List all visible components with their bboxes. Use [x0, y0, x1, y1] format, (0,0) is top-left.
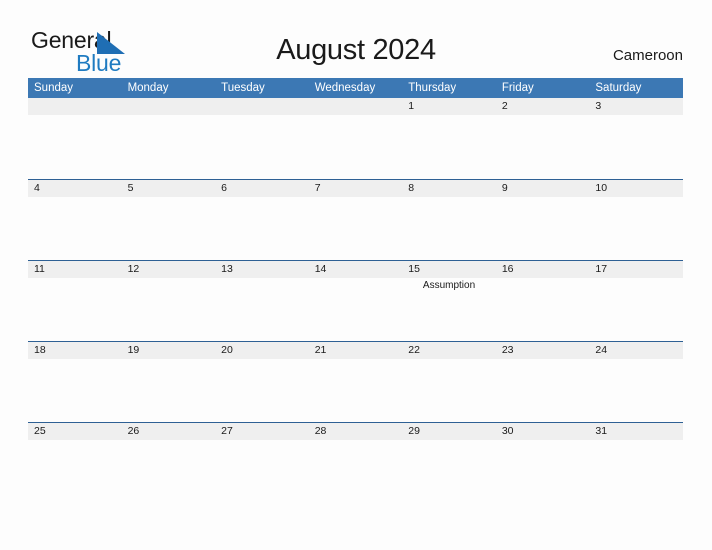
calendar-date-number[interactable]: 29	[402, 423, 496, 440]
calendar-date-number[interactable]: 5	[122, 180, 216, 197]
calendar-date-number[interactable]: 23	[496, 342, 590, 359]
country-label: Cameroon	[612, 47, 683, 64]
calendar-day-cell[interactable]	[309, 197, 403, 259]
calendar-date-number[interactable]: 18	[28, 342, 122, 359]
calendar-day-cell-with-event[interactable]: Assumption	[402, 278, 496, 340]
calendar-date-number[interactable]: 30	[496, 423, 590, 440]
calendar-day-cell[interactable]	[589, 115, 683, 177]
calendar-date-number[interactable]: 28	[309, 423, 403, 440]
calendar-date-number[interactable]: 26	[122, 423, 216, 440]
calendar-day-cell[interactable]	[496, 115, 590, 177]
weekday-header-cell: Tuesday	[221, 82, 265, 94]
calendar-date-band: 123	[28, 98, 683, 115]
calendar-week-row: 4 5 6 7 8 9 10	[28, 179, 683, 260]
calendar-week-row: 18 19 20 21 22 23 24	[28, 341, 683, 422]
calendar-day-cell	[122, 115, 216, 177]
calendar-day-cell[interactable]	[589, 440, 683, 502]
calendar-empty-date	[122, 98, 216, 115]
calendar-date-number[interactable]: 16	[496, 261, 590, 278]
calendar-date-number[interactable]: 8	[402, 180, 496, 197]
calendar-date-band: 25 26 27 28 29 30 31	[28, 423, 683, 440]
calendar-date-number[interactable]: 3	[589, 98, 683, 115]
calendar-date-number[interactable]: 15	[402, 261, 496, 278]
calendar-event-band	[28, 115, 683, 177]
calendar-day-cell[interactable]	[402, 359, 496, 421]
page-header: General Blue August 2024 Cameroon	[0, 0, 712, 78]
calendar-date-number[interactable]: 22	[402, 342, 496, 359]
calendar-date-number[interactable]: 20	[215, 342, 309, 359]
calendar-event-band: Assumption	[28, 278, 683, 340]
calendar-day-cell	[215, 115, 309, 177]
calendar-day-cell[interactable]	[28, 197, 122, 259]
weekday-header-cell: Monday	[127, 82, 169, 94]
calendar-day-cell[interactable]	[589, 278, 683, 340]
calendar-date-number[interactable]: 25	[28, 423, 122, 440]
calendar-date-number[interactable]: 6	[215, 180, 309, 197]
calendar-date-number[interactable]: 13	[215, 261, 309, 278]
calendar-empty-date	[28, 98, 122, 115]
calendar-week-row: 25 26 27 28 29 30 31	[28, 422, 683, 503]
calendar-date-number[interactable]: 31	[589, 423, 683, 440]
calendar-day-cell[interactable]	[122, 278, 216, 340]
calendar-week-row: 123	[28, 98, 683, 179]
calendar-day-cell[interactable]	[28, 278, 122, 340]
calendar-day-cell[interactable]	[402, 197, 496, 259]
calendar-day-cell[interactable]	[28, 359, 122, 421]
calendar-date-number[interactable]: 12	[122, 261, 216, 278]
calendar-day-cell[interactable]	[122, 359, 216, 421]
calendar-day-cell[interactable]	[496, 197, 590, 259]
calendar-date-number[interactable]: 21	[309, 342, 403, 359]
calendar-weeks: 1 2 3 4 5 6 7 8 9 10 11 12 13 14 15 16 17 Assumption 18 19 2…	[28, 98, 683, 503]
weekday-header-cell: Wednesday	[314, 82, 376, 94]
calendar-date-band: 4 5 6 7 8 9 10	[28, 180, 683, 197]
calendar-day-cell	[309, 115, 403, 177]
calendar-empty-date	[215, 98, 309, 115]
calendar-day-cell[interactable]	[402, 440, 496, 502]
calendar-date-number[interactable]: 24	[589, 342, 683, 359]
calendar-day-cell[interactable]	[309, 278, 403, 340]
calendar-week-row: 11 12 13 14 15 16 17 Assumption	[28, 260, 683, 341]
calendar-day-cell[interactable]	[309, 440, 403, 502]
calendar-date-number[interactable]: 9	[496, 180, 590, 197]
calendar-date-band: 18 19 20 21 22 23 24	[28, 342, 683, 359]
calendar-day-cell[interactable]	[402, 115, 496, 177]
calendar-day-cell[interactable]	[122, 440, 216, 502]
calendar-grid: Sunday Monday Tuesday Wednesday Thursday Frid…	[28, 78, 683, 503]
calendar-date-number[interactable]: 10	[589, 180, 683, 197]
weekday-header-cell: Sunday	[34, 82, 74, 94]
calendar-day-cell[interactable]	[28, 440, 122, 502]
weekday-header-cell: Thursday	[408, 82, 457, 94]
calendar-date-number[interactable]: 19	[122, 342, 216, 359]
calendar-event-band	[28, 197, 683, 259]
calendar-date-number[interactable]: 14	[309, 261, 403, 278]
calendar-event-band	[28, 440, 683, 502]
calendar-date-number[interactable]: 7	[309, 180, 403, 197]
weekday-header-cell: Saturday	[595, 82, 642, 94]
calendar-day-cell[interactable]	[122, 197, 216, 259]
calendar-date-number[interactable]: 11	[28, 261, 122, 278]
calendar-day-cell[interactable]	[496, 359, 590, 421]
calendar-day-cell[interactable]	[215, 278, 309, 340]
calendar-day-cell[interactable]	[215, 440, 309, 502]
calendar-date-number[interactable]: 4	[28, 180, 122, 197]
weekday-header-cell: Friday	[501, 82, 534, 94]
calendar-day-cell	[28, 115, 122, 177]
calendar-day-cell[interactable]	[496, 278, 590, 340]
calendar-event-band	[28, 359, 683, 421]
calendar-date-band: 11 12 13 14 15 16 17	[28, 261, 683, 278]
calendar-date-number[interactable]: 17	[589, 261, 683, 278]
calendar-day-cell[interactable]	[215, 359, 309, 421]
calendar-day-cell[interactable]	[589, 359, 683, 421]
page-title: August 2024	[276, 34, 436, 66]
calendar-day-cell[interactable]	[215, 197, 309, 259]
calendar-date-number[interactable]: 1	[402, 98, 496, 115]
calendar-event-label: Assumption	[422, 280, 476, 291]
calendar-weekday-header: Sunday Monday Tuesday Wednesday Thursday Frid…	[28, 78, 683, 98]
calendar-empty-date	[309, 98, 403, 115]
calendar-date-number[interactable]: 27	[215, 423, 309, 440]
calendar-day-cell[interactable]	[309, 359, 403, 421]
calendar-day-cell[interactable]	[496, 440, 590, 502]
calendar-date-number[interactable]: 2	[496, 98, 590, 115]
calendar-day-cell[interactable]	[589, 197, 683, 259]
